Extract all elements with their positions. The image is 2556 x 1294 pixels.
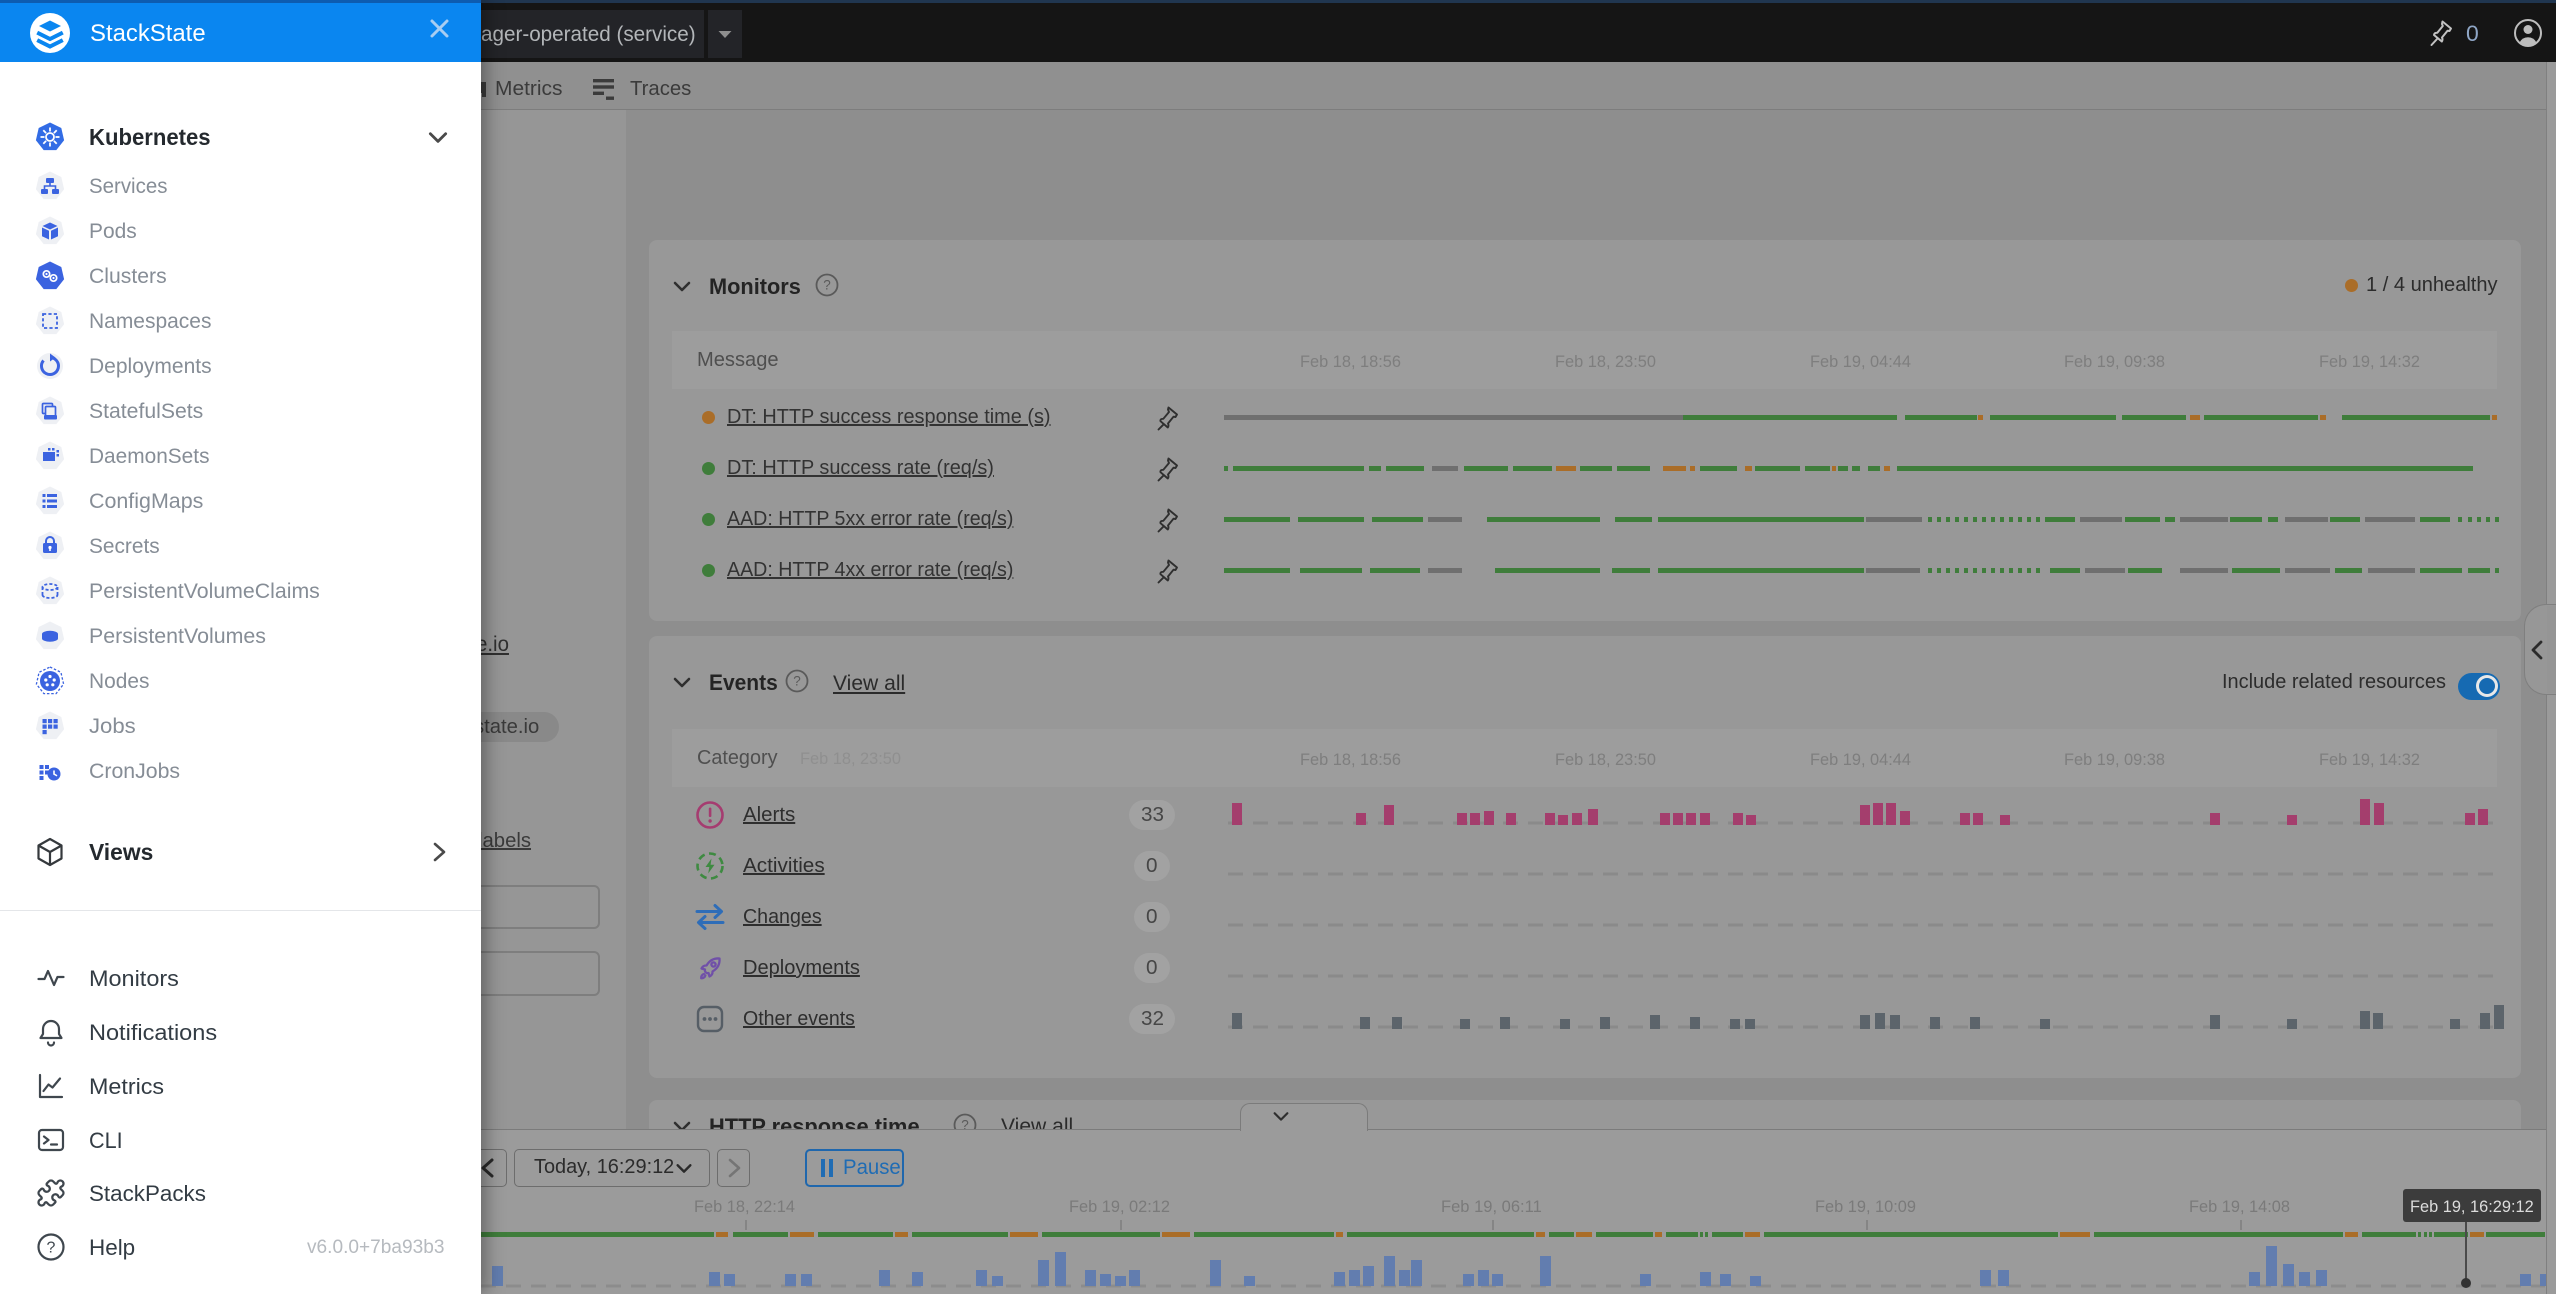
- svg-text:?: ?: [47, 1240, 56, 1257]
- svg-text:?: ?: [793, 674, 801, 689]
- svg-text:?: ?: [823, 278, 831, 293]
